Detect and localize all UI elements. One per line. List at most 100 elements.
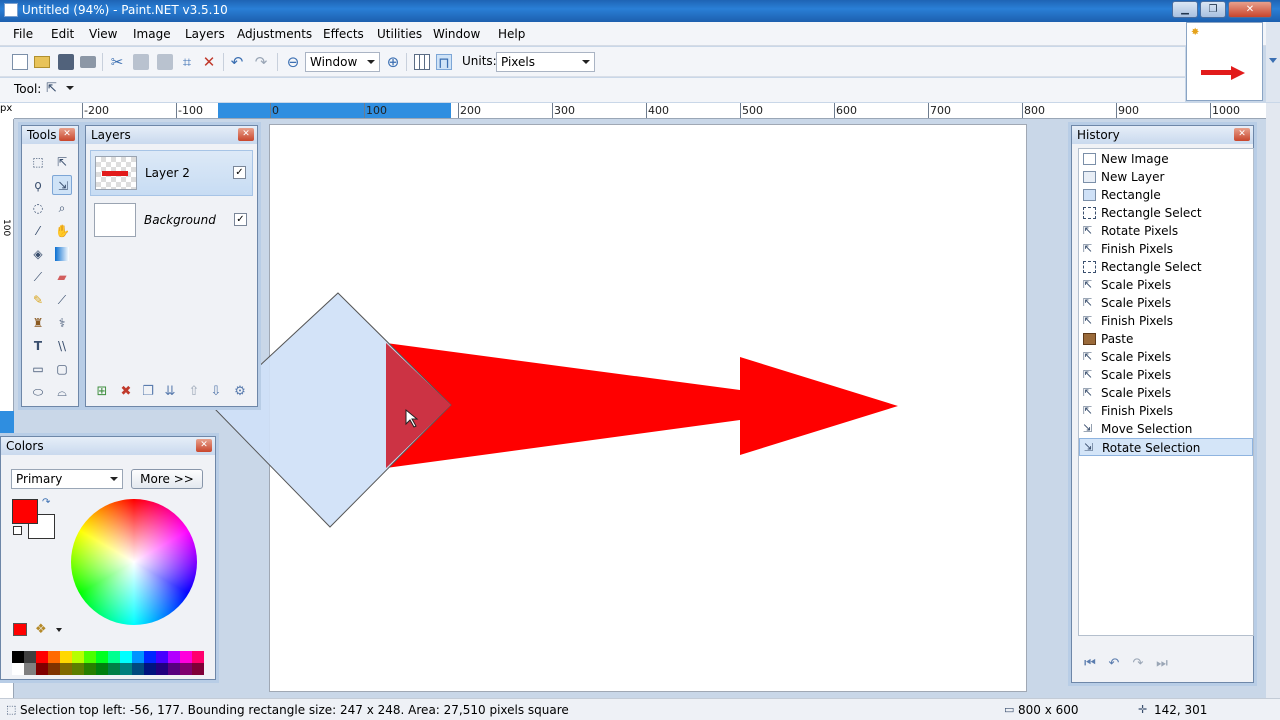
color-wheel[interactable] <box>71 499 197 625</box>
reset-colors-icon[interactable] <box>13 526 22 535</box>
move-selection-icon: ⇲ <box>1083 422 1093 435</box>
color-picker-tool[interactable]: ⟋ <box>52 290 72 310</box>
duplicate-layer-icon[interactable]: ❐ <box>140 384 156 400</box>
primary-color-swatch[interactable] <box>12 499 38 524</box>
undo-icon[interactable]: ↶ <box>1106 656 1122 672</box>
rewind-icon[interactable]: ⏮ <box>1082 656 1098 672</box>
new-layer-icon <box>1083 171 1096 183</box>
rectangle-tool[interactable]: ▭ <box>28 359 48 379</box>
layer-row-layer-2[interactable]: Layer 2 ✓ <box>90 150 253 196</box>
history-item[interactable]: ⇱ Scale Pixels <box>1079 276 1253 294</box>
color-target-select[interactable]: Primary <box>11 469 123 489</box>
move-pixels-icon: ⇱ <box>1083 404 1093 417</box>
eraser-tool[interactable]: ▰ <box>52 267 72 287</box>
merge-layer-down-icon[interactable]: ⇊ <box>162 384 178 400</box>
color-palette[interactable] <box>12 651 204 675</box>
palette-icon[interactable]: ❖ <box>35 622 47 637</box>
colors-panel: Colors ✕ Primary More >> ↷ ❖ <box>0 436 216 680</box>
move-layer-down-icon[interactable]: ⇩ <box>208 384 224 400</box>
colors-panel-title-text: Colors <box>6 439 44 453</box>
swap-colors-icon[interactable]: ↷ <box>42 497 50 508</box>
move-pixels-icon: ⇱ <box>1083 278 1093 291</box>
line-curve-tool[interactable]: \\ <box>52 336 72 356</box>
redo-icon[interactable]: ↷ <box>1130 656 1146 672</box>
lasso-select-tool[interactable]: ϙ <box>28 175 48 195</box>
history-panel-title-text: History <box>1077 128 1120 142</box>
move-selection-icon: ⇲ <box>57 179 69 193</box>
layer-row-background[interactable]: Background ✓ <box>90 198 253 244</box>
layer-visibility-checkbox[interactable]: ✓ <box>233 166 246 179</box>
history-item[interactable]: New Layer <box>1079 168 1253 186</box>
freeform-shape-icon: ⌓ <box>57 385 67 399</box>
history-item[interactable]: Rectangle <box>1079 186 1253 204</box>
history-item[interactable]: Paste <box>1079 330 1253 348</box>
paint-bucket-tool[interactable]: ◈ <box>28 244 48 264</box>
text-tool[interactable]: T <box>28 336 48 356</box>
magic-wand-tool[interactable]: ⁄ <box>28 221 48 241</box>
history-item[interactable]: ⇲ Move Selection <box>1079 420 1253 438</box>
close-icon[interactable]: ✕ <box>59 128 75 141</box>
move-layer-up-icon[interactable]: ⇧ <box>186 384 202 400</box>
layer-properties-icon[interactable]: ⚙ <box>232 384 248 400</box>
rectangle-select-tool[interactable]: ⬚ <box>28 152 48 172</box>
delete-layer-icon[interactable]: ✖ <box>118 384 134 400</box>
magnifier-icon: ⌕ <box>58 201 66 215</box>
history-item[interactable]: ⇱ Rotate Pixels <box>1079 222 1253 240</box>
move-pixels-icon: ⇱ <box>1083 242 1093 255</box>
clone-stamp-tool[interactable]: ♜ <box>28 313 48 333</box>
layers-panel-title-text: Layers <box>91 128 131 142</box>
zoom-tool[interactable]: ⌕ <box>52 198 72 218</box>
color-target-value: Primary <box>16 472 63 486</box>
freeform-shape-tool[interactable]: ⌓ <box>52 382 72 402</box>
ellipse-tool[interactable]: ⬭ <box>28 382 48 402</box>
ellipse-icon: ⬭ <box>32 385 44 399</box>
history-item[interactable]: ⇱ Finish Pixels <box>1079 402 1253 420</box>
layer-thumbnail-arrow <box>102 171 128 176</box>
text-icon: T <box>33 339 43 353</box>
close-icon[interactable]: ✕ <box>1234 128 1250 141</box>
history-item[interactable]: ⇱ Scale Pixels <box>1079 294 1253 312</box>
rectangle-select-icon <box>1083 207 1096 219</box>
more-colors-button[interactable]: More >> <box>131 469 203 489</box>
add-layer-icon[interactable]: ⊞ <box>94 384 110 400</box>
history-item[interactable]: ⇱ Scale Pixels <box>1079 366 1253 384</box>
tools-panel: Tools ✕ ⬚ ⇱ ϙ ⇲ ◌ ⌕ ⁄ ✋ ◈ ⟋ ▰ ✎ ⟋ ♜ ⚕ T … <box>21 125 79 407</box>
recolor-tool[interactable]: ⚕ <box>52 313 72 333</box>
chevron-down-icon <box>110 477 118 481</box>
paste-icon <box>1083 333 1096 345</box>
paintbrush-tool[interactable]: ⟋ <box>28 267 48 287</box>
layers-panel: Layers ✕ Layer 2 ✓ Background ✓ ⊞ ✖ ❐ ⇊ … <box>85 125 258 407</box>
pencil-tool[interactable]: ✎ <box>28 290 48 310</box>
history-item[interactable]: New Image <box>1079 150 1253 168</box>
close-icon[interactable]: ✕ <box>238 128 254 141</box>
primary-color-mini-icon[interactable] <box>13 623 27 636</box>
move-selection-icon: ⇲ <box>1084 441 1094 454</box>
layer-name: Background <box>144 213 216 227</box>
colors-panel-title: Colors ✕ <box>1 437 215 455</box>
fast-forward-icon[interactable]: ⏭ <box>1154 656 1170 672</box>
history-item[interactable]: Rectangle Select <box>1079 204 1253 222</box>
move-pixels-icon: ⇱ <box>1083 350 1093 363</box>
ellipse-select-icon: ◌ <box>32 201 44 215</box>
tools-panel-title-text: Tools <box>27 128 57 142</box>
history-item[interactable]: ⇲ Rotate Selection <box>1079 438 1253 456</box>
tools-panel-title: Tools ✕ <box>22 126 78 144</box>
pencil-icon: ✎ <box>32 293 44 307</box>
chevron-down-icon[interactable] <box>56 628 62 632</box>
pan-tool[interactable]: ✋ <box>52 221 72 241</box>
history-item[interactable]: Rectangle Select <box>1079 258 1253 276</box>
status-bar: ⬚ Selection top left: -56, 177. Bounding… <box>0 698 1280 720</box>
close-icon[interactable]: ✕ <box>196 439 212 452</box>
gradient-tool[interactable] <box>52 244 72 264</box>
history-list: New Image New Layer Rectangle Rectangle … <box>1078 148 1254 636</box>
history-item[interactable]: ⇱ Finish Pixels <box>1079 312 1253 330</box>
ellipse-select-tool[interactable]: ◌ <box>28 198 48 218</box>
layer-visibility-checkbox[interactable]: ✓ <box>234 213 247 226</box>
history-item[interactable]: ⇱ Scale Pixels <box>1079 384 1253 402</box>
move-selection-tool[interactable]: ⇲ <box>52 175 72 195</box>
history-item[interactable]: ⇱ Scale Pixels <box>1079 348 1253 366</box>
history-item[interactable]: ⇱ Finish Pixels <box>1079 240 1253 258</box>
layer-thumbnail <box>95 156 137 190</box>
rounded-rectangle-tool[interactable]: ▢ <box>52 359 72 379</box>
move-selected-tool[interactable]: ⇱ <box>52 152 72 172</box>
